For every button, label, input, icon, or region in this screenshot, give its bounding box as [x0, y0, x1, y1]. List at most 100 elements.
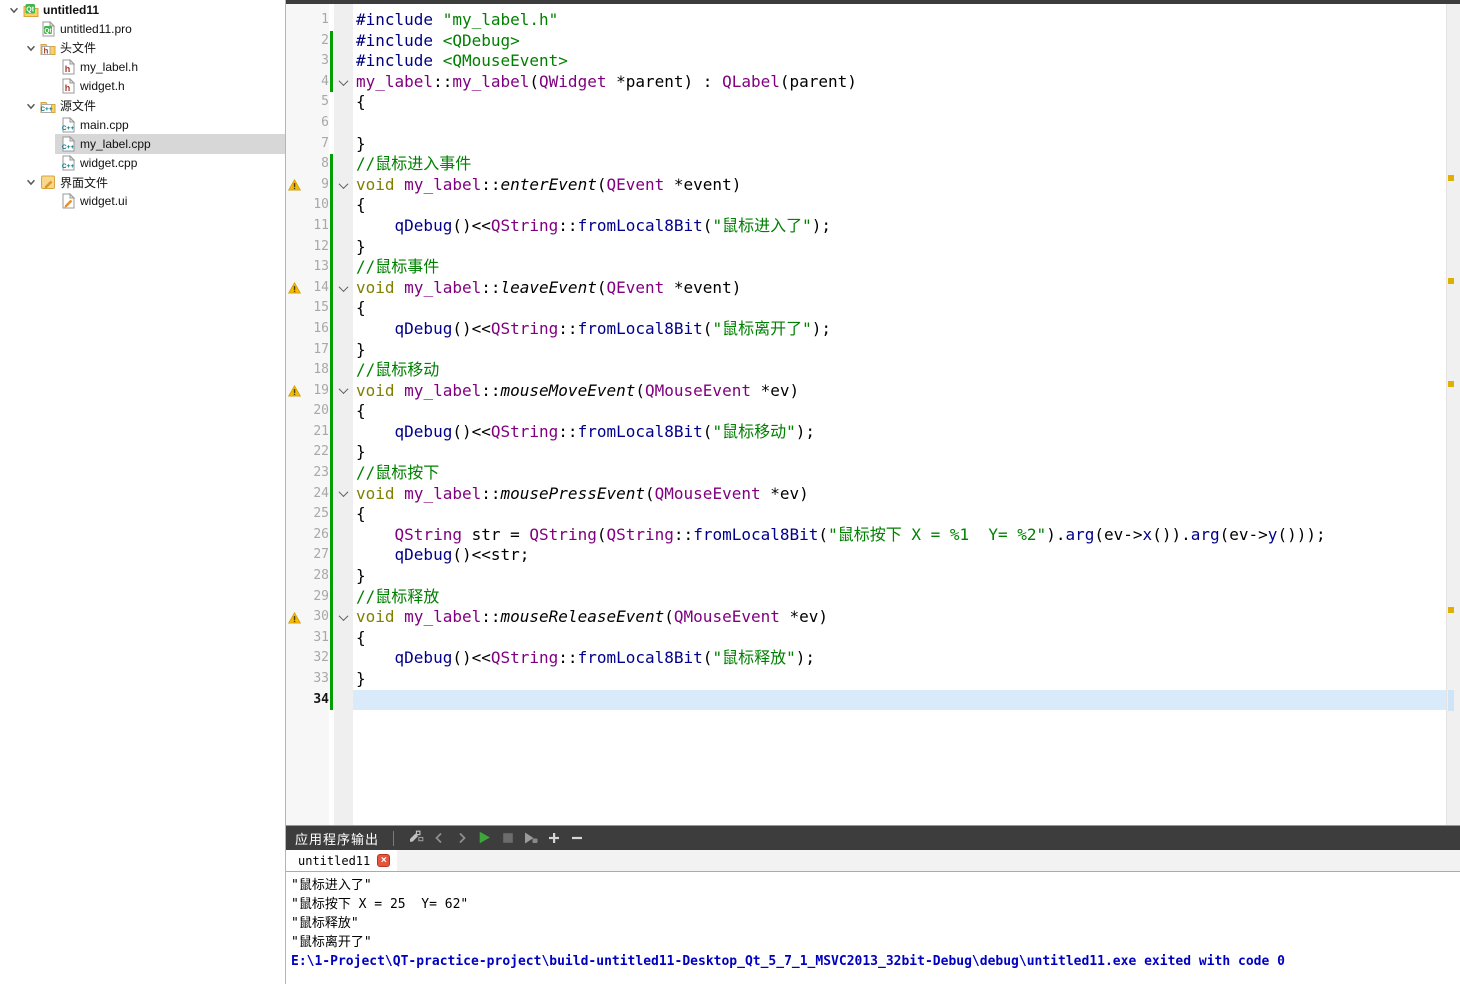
code-text[interactable]: void my_label::mousePressEvent(QMouseEve… — [353, 484, 1446, 505]
code-line-16[interactable]: 16 qDebug()<<QString::fromLocal8Bit("鼠标离… — [286, 318, 1446, 340]
application-output-text[interactable]: "鼠标进入了" "鼠标按下 X = 25 Y= 62" "鼠标释放" "鼠标离开了" E… — [286, 872, 1460, 971]
code-line-9[interactable]: 9 void my_label::enterEvent(QEvent *event… — [286, 174, 1446, 196]
tree-item-main.cpp[interactable]: C++ main.cpp — [0, 115, 285, 134]
code-text[interactable] — [353, 113, 1446, 134]
output-tab-untitled11[interactable]: untitled11 × — [286, 850, 398, 871]
tree-item-widget.ui[interactable]: widget.ui — [0, 192, 285, 211]
code-text[interactable]: //鼠标按下 — [353, 463, 1446, 484]
fold-chevron-icon[interactable] — [334, 278, 353, 299]
code-text[interactable]: } — [353, 237, 1446, 258]
code-text[interactable]: void my_label::mouseMoveEvent(QMouseEven… — [353, 381, 1446, 402]
code-line-22[interactable]: 22} — [286, 442, 1446, 464]
code-line-8[interactable]: 8 //鼠标进入事件 — [286, 154, 1446, 175]
code-line-33[interactable]: 33} — [286, 669, 1446, 690]
fold-chevron-icon[interactable] — [334, 72, 353, 93]
code-text[interactable]: } — [353, 340, 1446, 361]
code-line-24[interactable]: 24 void my_label::mousePressEvent(QMouseE… — [286, 483, 1446, 505]
close-tab-icon[interactable]: × — [377, 854, 391, 867]
code-text[interactable]: qDebug()<<QString::fromLocal8Bit("鼠标释放")… — [353, 648, 1446, 669]
code-text[interactable]: qDebug()<<str; — [353, 545, 1446, 566]
code-line-12[interactable]: 12} — [286, 236, 1446, 258]
fold-chevron-icon[interactable] — [334, 381, 353, 402]
code-line-27[interactable]: 27 qDebug()<<str; — [286, 545, 1446, 567]
expand-chevron-icon[interactable] — [23, 175, 39, 189]
code-line-17[interactable]: 17} — [286, 339, 1446, 361]
code-line-21[interactable]: 21 qDebug()<<QString::fromLocal8Bit("鼠标移… — [286, 421, 1446, 443]
code-editor[interactable]: 1 #include "my_label.h" 2 #include <QDebug>… — [286, 4, 1460, 825]
code-text[interactable]: QString str = QString(QString::fromLocal… — [353, 525, 1446, 546]
next-item-icon[interactable] — [450, 828, 473, 848]
code-text[interactable]: //鼠标进入事件 — [353, 154, 1446, 175]
fold-chevron-icon[interactable] — [334, 607, 353, 628]
tree-item--[interactable]: 界面文件 — [0, 173, 285, 192]
code-text[interactable]: } — [353, 134, 1446, 155]
clear-output-icon[interactable] — [404, 827, 427, 847]
code-text[interactable]: { — [353, 298, 1446, 319]
zoom-out-icon[interactable] — [565, 828, 588, 848]
code-text[interactable]: void my_label::mouseReleaseEvent(QMouseE… — [353, 607, 1446, 628]
code-line-31[interactable]: 31 { — [286, 627, 1446, 649]
code-line-23[interactable]: 23 //鼠标按下 — [286, 463, 1446, 484]
code-line-13[interactable]: 13 //鼠标事件 — [286, 257, 1446, 278]
code-text[interactable]: } — [353, 669, 1446, 690]
code-text[interactable] — [353, 689, 1446, 711]
tree-item-untitled11.pro[interactable]: Qt untitled11.pro — [0, 19, 285, 38]
tree-item-widget.cpp[interactable]: C++ widget.cpp — [0, 154, 285, 173]
code-line-29[interactable]: 29 //鼠标释放 — [286, 586, 1446, 608]
code-text[interactable]: { — [353, 401, 1446, 422]
code-line-15[interactable]: 15 { — [286, 298, 1446, 319]
code-line-18[interactable]: 18 //鼠标移动 — [286, 360, 1446, 381]
zoom-in-icon[interactable] — [542, 828, 565, 848]
run-debug-icon[interactable] — [519, 828, 542, 848]
prev-item-icon[interactable] — [427, 828, 450, 848]
editor-scrollbar[interactable] — [1446, 4, 1460, 825]
code-text[interactable]: void my_label::leaveEvent(QEvent *event) — [353, 278, 1446, 299]
code-line-4[interactable]: 4 my_label::my_label(QWidget *parent) : Q… — [286, 71, 1446, 93]
code-line-6[interactable]: 6 — [286, 113, 1446, 134]
code-line-5[interactable]: 5{ — [286, 92, 1446, 113]
code-line-10[interactable]: 10 { — [286, 195, 1446, 216]
code-text[interactable]: } — [353, 566, 1446, 587]
code-text[interactable]: //鼠标事件 — [353, 257, 1446, 278]
tree-item--[interactable]: C++ 源文件 — [0, 96, 285, 115]
code-line-19[interactable]: 19 void my_label::mouseMoveEvent(QMouseEv… — [286, 380, 1446, 402]
code-line-7[interactable]: 7} — [286, 134, 1446, 155]
code-line-14[interactable]: 14 void my_label::leaveEvent(QEvent *even… — [286, 277, 1446, 299]
code-text[interactable]: qDebug()<<QString::fromLocal8Bit("鼠标离开了"… — [353, 319, 1446, 340]
fold-chevron-icon[interactable] — [334, 484, 353, 505]
code-text[interactable]: { — [353, 195, 1446, 216]
code-text[interactable]: { — [353, 628, 1446, 649]
code-text[interactable]: } — [353, 442, 1446, 463]
code-text[interactable]: #include <QDebug> — [353, 31, 1446, 52]
stop-icon[interactable] — [496, 828, 519, 848]
run-icon[interactable] — [473, 827, 496, 847]
expand-chevron-icon[interactable] — [6, 3, 22, 17]
code-line-34[interactable]: 34 — [286, 689, 1446, 711]
code-text[interactable]: #include <QMouseEvent> — [353, 51, 1446, 72]
fold-chevron-icon[interactable] — [334, 175, 353, 196]
code-line-3[interactable]: 3 #include <QMouseEvent> — [286, 51, 1446, 72]
code-line-30[interactable]: 30 void my_label::mouseReleaseEvent(QMous… — [286, 607, 1446, 628]
code-line-20[interactable]: 20 { — [286, 401, 1446, 422]
code-line-26[interactable]: 26 QString str = QString(QString::fromLo… — [286, 524, 1446, 546]
tree-item--[interactable]: h 头文件 — [0, 38, 285, 57]
code-text[interactable]: { — [353, 504, 1446, 525]
code-text[interactable]: { — [353, 92, 1446, 113]
code-text[interactable]: qDebug()<<QString::fromLocal8Bit("鼠标移动")… — [353, 422, 1446, 443]
code-text[interactable]: #include "my_label.h" — [353, 10, 1446, 31]
tree-item-my_label.h[interactable]: h my_label.h — [0, 58, 285, 77]
code-text[interactable]: void my_label::enterEvent(QEvent *event) — [353, 175, 1446, 196]
tree-item-widget.h[interactable]: h widget.h — [0, 77, 285, 96]
code-line-1[interactable]: 1 #include "my_label.h" — [286, 10, 1446, 31]
code-line-2[interactable]: 2 #include <QDebug> — [286, 30, 1446, 52]
code-line-32[interactable]: 32 qDebug()<<QString::fromLocal8Bit("鼠标释… — [286, 648, 1446, 669]
code-line-28[interactable]: 28} — [286, 566, 1446, 587]
code-text[interactable]: //鼠标移动 — [353, 360, 1446, 381]
code-text[interactable]: my_label::my_label(QWidget *parent) : QL… — [353, 72, 1446, 93]
code-line-11[interactable]: 11 qDebug()<<QString::fromLocal8Bit("鼠标进… — [286, 215, 1446, 237]
code-text[interactable]: //鼠标释放 — [353, 587, 1446, 608]
code-text[interactable]: qDebug()<<QString::fromLocal8Bit("鼠标进入了"… — [353, 216, 1446, 237]
expand-chevron-icon[interactable] — [23, 41, 39, 55]
code-line-25[interactable]: 25 { — [286, 504, 1446, 525]
tree-item-untitled11[interactable]: Qt untitled11 — [0, 0, 285, 19]
